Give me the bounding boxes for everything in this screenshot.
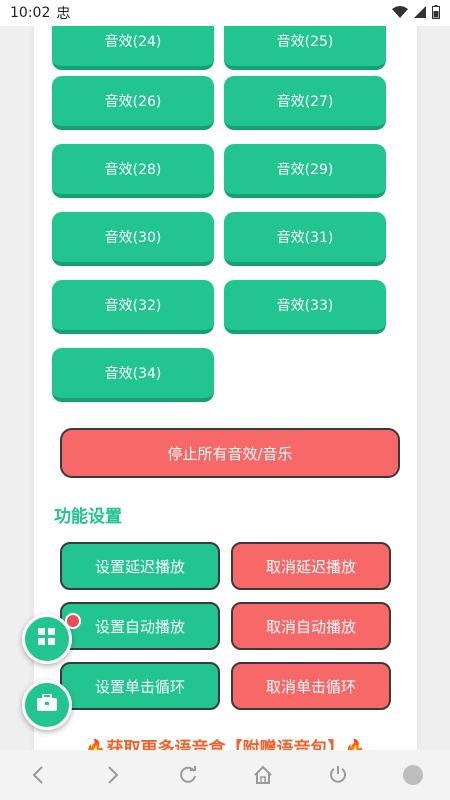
forward-icon[interactable]: [93, 755, 133, 795]
effect-label: 音效(26): [104, 94, 162, 110]
grid-menu-button[interactable]: [22, 613, 81, 664]
effect-label: 音效(24): [104, 34, 162, 50]
cancel-delay-play-button[interactable]: 取消延迟播放: [231, 542, 391, 590]
back-icon[interactable]: [18, 755, 58, 795]
button-label: 取消单击循环: [265, 677, 356, 696]
effect-button-33[interactable]: 音效(33): [224, 280, 386, 334]
content-panel: 音效(24) 音效(25) 音效(26) 音效(27) 音效(28) 音效(29…: [34, 24, 417, 750]
effect-label: 音效(32): [104, 298, 162, 314]
status-time: 10:02: [10, 5, 51, 21]
stop-all-button[interactable]: 停止所有音效/音乐: [60, 428, 400, 478]
cancel-click-loop-button[interactable]: 取消单击循环: [231, 662, 391, 710]
notification-badge: [65, 613, 81, 629]
toolbox-button[interactable]: [22, 680, 72, 730]
set-auto-play-button[interactable]: 设置自动播放: [60, 602, 220, 650]
effect-label: 音效(30): [104, 230, 162, 246]
circle-icon[interactable]: [393, 755, 433, 795]
effect-label: 音效(31): [276, 230, 334, 246]
bottom-nav-bar: [0, 750, 450, 800]
effect-button-29[interactable]: 音效(29): [224, 144, 386, 198]
effect-label: 音效(28): [104, 162, 162, 178]
effect-button-25[interactable]: 音效(25): [224, 24, 386, 70]
effect-button-30[interactable]: 音效(30): [52, 212, 214, 266]
effect-button-31[interactable]: 音效(31): [224, 212, 386, 266]
grid-icon: [38, 628, 56, 650]
home-icon[interactable]: [243, 755, 283, 795]
button-label: 设置自动播放: [94, 617, 185, 636]
effect-button-26[interactable]: 音效(26): [52, 76, 214, 130]
toolbox-icon: [37, 693, 57, 716]
button-label: 取消自动播放: [265, 617, 356, 636]
effect-label: 音效(34): [104, 366, 162, 382]
effect-button-34[interactable]: 音效(34): [52, 348, 214, 402]
power-icon[interactable]: [318, 755, 358, 795]
button-label: 设置单击循环: [94, 677, 185, 696]
effect-label: 音效(25): [276, 34, 334, 50]
status-bar: 10:02 忠: [0, 0, 450, 26]
carrier-glyph: 忠: [56, 6, 71, 22]
effect-button-27[interactable]: 音效(27): [224, 76, 386, 130]
battery-icon: [432, 4, 440, 22]
effect-label: 音效(29): [276, 162, 334, 178]
refresh-icon[interactable]: [168, 755, 208, 795]
promo-link[interactable]: 🔥获取更多语音盒【附赠语音包】🔥: [34, 734, 417, 750]
effect-label: 音效(33): [276, 298, 334, 314]
effect-label: 音效(27): [276, 94, 334, 110]
stop-all-label: 停止所有音效/音乐: [167, 444, 293, 463]
set-click-loop-button[interactable]: 设置单击循环: [60, 662, 220, 710]
set-delay-play-button[interactable]: 设置延迟播放: [60, 542, 220, 590]
effect-button-32[interactable]: 音效(32): [52, 280, 214, 334]
effect-button-24[interactable]: 音效(24): [52, 24, 214, 70]
signal-icon: [414, 5, 426, 21]
cancel-auto-play-button[interactable]: 取消自动播放: [231, 602, 391, 650]
section-title: 功能设置: [54, 507, 122, 527]
button-label: 取消延迟播放: [265, 557, 356, 576]
wifi-icon: [392, 5, 408, 21]
button-label: 设置延迟播放: [94, 557, 185, 576]
effect-button-28[interactable]: 音效(28): [52, 144, 214, 198]
